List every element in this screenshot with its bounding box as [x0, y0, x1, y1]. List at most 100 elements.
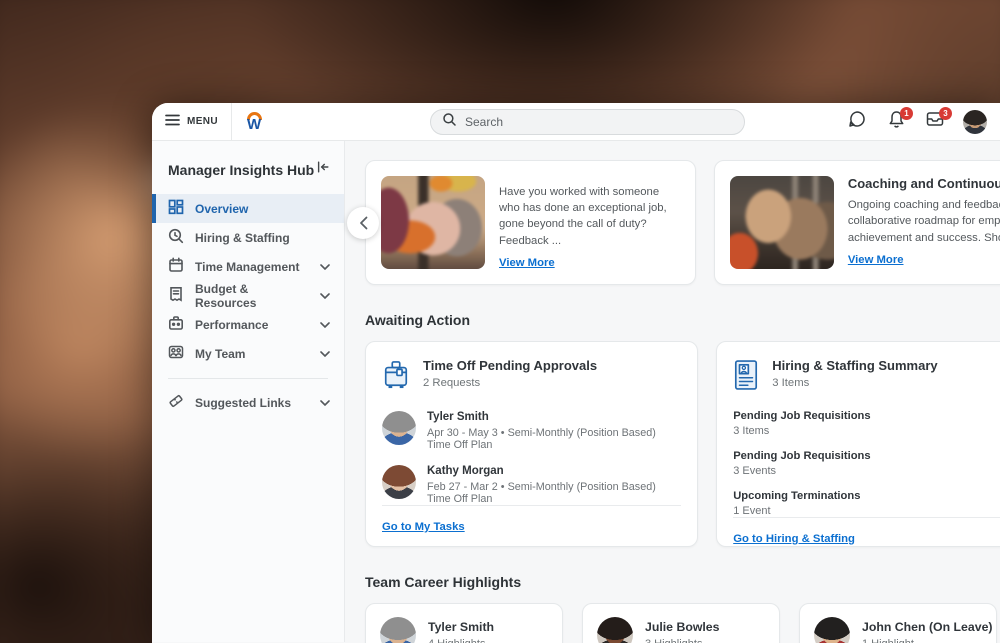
avatar — [814, 617, 850, 643]
promo-title: The Power of Anytime Feed... — [499, 176, 680, 178]
sidebar-item-time-management[interactable]: Time Management — [152, 252, 344, 281]
sidebar: Manager Insights Hub Overview Hiring — [152, 141, 345, 642]
search-clock-icon — [168, 228, 184, 247]
highlight-count: 3 Highlights — [645, 638, 720, 643]
sidebar-item-label: Suggested Links — [195, 396, 291, 410]
person-text: John Chen (On Leave) 1 Highlight — [862, 620, 993, 643]
request-detail: Feb 27 - Mar 2 • Semi-Monthly (Position … — [427, 481, 681, 505]
time-off-request-row[interactable]: Tyler Smith Apr 30 - May 3 • Semi-Monthl… — [382, 411, 681, 451]
sidebar-item-label: Performance — [195, 318, 268, 332]
chevron-down-icon — [320, 322, 330, 328]
time-off-card: Time Off Pending Approvals 2 Requests Ty… — [365, 341, 698, 547]
hiring-staffing-summary-card: Hiring & Staffing Summary 3 Items Pendin… — [716, 341, 1000, 547]
person-name: Julie Bowles — [645, 620, 720, 634]
search-input[interactable] — [465, 115, 705, 129]
awaiting-action-row: Time Off Pending Approvals 2 Requests Ty… — [365, 341, 1000, 547]
workday-logo[interactable]: W — [241, 110, 267, 134]
awaiting-action-heading: Awaiting Action — [365, 312, 1000, 328]
search-bar[interactable] — [430, 109, 745, 135]
sidebar-item-label: Time Management — [195, 260, 299, 274]
avatar — [382, 465, 416, 499]
chevron-down-icon — [320, 351, 330, 357]
summary-label: Upcoming Terminations — [733, 490, 1000, 502]
person-text: Julie Bowles 3 Highlights — [645, 620, 720, 643]
person-card-john-chen[interactable]: John Chen (On Leave) 1 Highlight — [799, 603, 997, 643]
chevron-down-icon — [320, 264, 330, 270]
view-more-link[interactable]: View More — [848, 254, 904, 266]
sidebar-item-performance[interactable]: Performance — [152, 310, 344, 339]
person-name: Tyler Smith — [428, 620, 494, 634]
inbox-button[interactable]: 3 — [924, 111, 946, 133]
promo-card-coaching[interactable]: Coaching and Continuous C... Ongoing coa… — [714, 160, 1000, 285]
sidebar-item-label: Overview — [195, 202, 248, 216]
promo-body: Have you worked with someone who has don… — [499, 184, 680, 250]
promo-carousel: The Power of Anytime Feed... Have you wo… — [365, 160, 1000, 285]
hamburger-icon — [165, 113, 180, 131]
person-card-tyler-smith[interactable]: Tyler Smith 4 Highlights — [365, 603, 563, 643]
card-footer: Go to My Tasks — [382, 505, 681, 535]
summary-row[interactable]: Pending Job Requisitions 3 Events — [733, 450, 1000, 477]
highlight-count: 4 Highlights — [428, 638, 494, 643]
promo-title: Coaching and Continuous C... — [848, 176, 1000, 191]
promo-card-anytime-feedback[interactable]: The Power of Anytime Feed... Have you wo… — [365, 160, 696, 285]
sidebar-item-hiring-staffing[interactable]: Hiring & Staffing — [152, 223, 344, 252]
profile-avatar[interactable] — [963, 110, 987, 134]
notifications-badge: 1 — [900, 107, 913, 120]
avatar — [597, 617, 633, 643]
summary-label: Pending Job Requisitions — [733, 410, 1000, 422]
topbar-actions: 1 3 — [846, 110, 987, 134]
card-title: Time Off Pending Approvals — [423, 358, 597, 373]
card-title: Hiring & Staffing Summary — [772, 358, 937, 373]
card-subtitle: 3 Items — [772, 377, 937, 389]
sidebar-item-label: Budget & Resources — [195, 282, 309, 310]
chat-icon — [848, 110, 866, 133]
sidebar-item-label: My Team — [195, 347, 245, 361]
go-to-hiring-staffing-link[interactable]: Go to Hiring & Staffing — [733, 533, 855, 545]
summary-value: 3 Items — [733, 425, 1000, 437]
document-icon — [168, 286, 184, 305]
time-off-request-row[interactable]: Kathy Morgan Feb 27 - Mar 2 • Semi-Month… — [382, 465, 681, 505]
sidebar-header: Manager Insights Hub — [152, 141, 344, 194]
avatar — [380, 617, 416, 643]
entry-text: Kathy Morgan Feb 27 - Mar 2 • Semi-Month… — [427, 465, 681, 505]
sidebar-item-label: Hiring & Staffing — [195, 231, 290, 245]
promo-text: Coaching and Continuous C... Ongoing coa… — [848, 176, 1000, 269]
notifications-button[interactable]: 1 — [885, 111, 907, 133]
inbox-badge: 3 — [939, 107, 952, 120]
sidebar-item-overview[interactable]: Overview — [152, 194, 344, 223]
person-card-julie-bowles[interactable]: Julie Bowles 3 Highlights — [582, 603, 780, 643]
window-body: Manager Insights Hub Overview Hiring — [152, 141, 1000, 642]
topbar-divider — [231, 103, 232, 141]
summary-row[interactable]: Pending Job Requisitions 3 Items — [733, 410, 1000, 437]
team-highlights-heading: Team Career Highlights — [365, 574, 1000, 590]
go-to-my-tasks-link[interactable]: Go to My Tasks — [382, 521, 465, 533]
card-footer: Go to Hiring & Staffing — [733, 517, 1000, 547]
collapse-sidebar-icon[interactable] — [316, 160, 330, 179]
search-icon — [443, 113, 456, 131]
person-name: John Chen (On Leave) — [862, 620, 993, 634]
summary-row[interactable]: Upcoming Terminations 1 Event — [733, 490, 1000, 517]
promo-image-meeting — [730, 176, 834, 269]
suitcase-icon — [382, 358, 410, 397]
link-ticket-icon — [168, 393, 184, 412]
sidebar-item-budget-resources[interactable]: Budget & Resources — [152, 281, 344, 310]
promo-text: The Power of Anytime Feed... Have you wo… — [499, 176, 680, 269]
person-text: Tyler Smith 4 Highlights — [428, 620, 494, 643]
avatar — [382, 411, 416, 445]
view-more-link[interactable]: View More — [499, 257, 555, 269]
resume-icon — [733, 358, 759, 397]
employee-name: Kathy Morgan — [427, 465, 681, 477]
card-header: Time Off Pending Approvals 2 Requests — [382, 358, 681, 397]
sidebar-item-my-team[interactable]: My Team — [152, 339, 344, 368]
carousel-prev-button[interactable] — [347, 207, 379, 239]
menu-button[interactable]: MENU — [165, 113, 218, 131]
summary-value: 1 Event — [733, 505, 1000, 517]
card-header: Hiring & Staffing Summary 3 Items — [733, 358, 1000, 397]
chat-button[interactable] — [846, 111, 868, 133]
top-bar: MENU W — [152, 103, 1000, 141]
sidebar-item-suggested-links[interactable]: Suggested Links — [152, 388, 344, 417]
screen: MENU W — [0, 0, 1000, 643]
sidebar-divider — [168, 378, 328, 379]
summary-value: 3 Events — [733, 465, 1000, 477]
summary-label: Pending Job Requisitions — [733, 450, 1000, 462]
